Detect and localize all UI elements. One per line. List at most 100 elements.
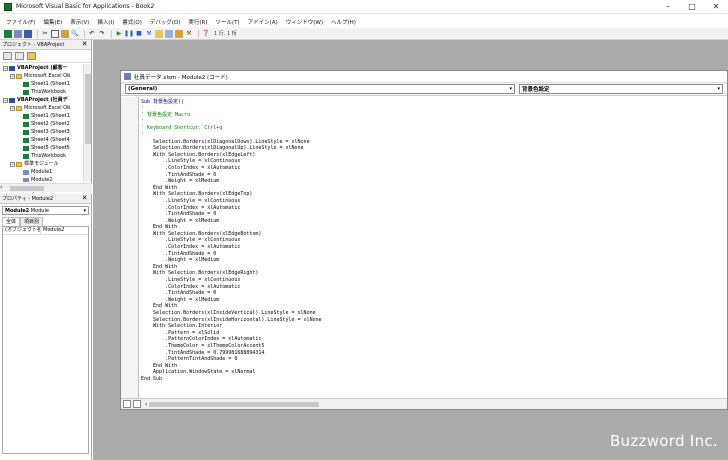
expand-collapse-icon[interactable]: −	[10, 105, 15, 111]
code-line[interactable]: .LineStyle = xlContinuous	[141, 198, 721, 205]
code-line[interactable]: Selection.Borders(xlInsideVertical).Line…	[141, 310, 721, 317]
tree-item[interactable]: Module2	[0, 176, 84, 182]
code-line[interactable]: .PatternTintAndShade = 0	[141, 356, 721, 363]
menu-addins[interactable]: アドイン(A)	[248, 18, 278, 26]
scrollbar-thumb[interactable]	[149, 401, 320, 407]
code-line[interactable]: End With	[141, 264, 721, 271]
close-icon[interactable]: ✕	[704, 0, 728, 14]
code-line[interactable]: Selection.Borders(xlDiagonalUp).LineStyl…	[141, 145, 721, 152]
menu-format[interactable]: 書式(O)	[122, 18, 142, 26]
code-line[interactable]: .TintAndShade = 0	[141, 172, 721, 179]
margin-indicator-bar[interactable]	[121, 97, 139, 399]
tree-item[interactable]: Module1	[0, 168, 84, 176]
tree-item[interactable]: Sheet5 (Sheet5	[0, 144, 84, 152]
code-line[interactable]: .ColorIndex = xlAutomatic	[141, 205, 721, 212]
project-explorer-icon[interactable]	[155, 29, 163, 38]
properties-icon[interactable]	[165, 29, 173, 38]
scroll-left-icon[interactable]: ‹	[145, 401, 147, 408]
expand-collapse-icon[interactable]: −	[10, 161, 15, 167]
tree-item[interactable]: Sheet1 (Sheet1	[0, 112, 84, 120]
code-line[interactable]: .Weight = xlMedium	[141, 178, 721, 185]
code-line[interactable]: With Selection.Interior	[141, 323, 721, 330]
menu-edit[interactable]: 編集(E)	[43, 18, 62, 26]
tree-item[interactable]: Sheet3 (Sheet3	[0, 128, 84, 136]
excel-view-icon[interactable]	[4, 29, 12, 38]
scroll-left-icon[interactable]: ‹	[0, 184, 2, 191]
code-line[interactable]: .Weight = xlMedium	[141, 218, 721, 225]
chevron-down-icon[interactable]: ▾	[509, 86, 512, 92]
code-line[interactable]: '	[141, 132, 721, 139]
full-module-view-icon[interactable]	[133, 400, 141, 408]
code-line[interactable]: With Selection.Borders(xlEdgeLeft)	[141, 152, 721, 159]
toolbox-icon[interactable]: ⚒	[185, 30, 193, 38]
menu-file[interactable]: ファイル(F)	[6, 18, 35, 26]
help-icon[interactable]: ❓	[202, 30, 210, 38]
code-line[interactable]: With Selection.Borders(xlEdgeBottom)	[141, 231, 721, 238]
code-line[interactable]: '	[141, 106, 721, 113]
menu-tools[interactable]: ツール(T)	[216, 18, 240, 26]
object-combo[interactable]: (General) ▾	[125, 84, 515, 94]
procedure-view-icon[interactable]	[123, 400, 131, 408]
code-line[interactable]: .TintAndShade = 0	[141, 211, 721, 218]
code-line[interactable]: Selection.Borders(xlInsideHorizontal).Li…	[141, 317, 721, 324]
tree-item[interactable]: − VBAProject (顧客ー	[0, 64, 84, 72]
code-line[interactable]: Application.WindowState = xlNormal	[141, 369, 721, 376]
reset-icon[interactable]: ■	[135, 30, 143, 38]
save-icon[interactable]	[24, 29, 32, 38]
code-line[interactable]: .Weight = xlMedium	[141, 297, 721, 304]
code-line[interactable]: ' 背景色設定 Macro	[141, 112, 721, 119]
code-line[interactable]: '	[141, 119, 721, 126]
code-editor[interactable]: Sub 背景色設定() ' ' 背景色設定 Macro ' ' Keyboard Sho…	[121, 97, 727, 399]
cut-icon[interactable]: ✂	[41, 30, 49, 38]
scrollbar-thumb[interactable]	[10, 186, 44, 191]
close-icon[interactable]: ✕	[80, 194, 89, 203]
run-icon[interactable]: ▶	[115, 30, 123, 38]
code-line[interactable]: .LineStyle = xlContinuous	[141, 237, 721, 244]
tree-item[interactable]: ThisWorkbook	[0, 152, 84, 160]
procedure-combo[interactable]: 背景色設定 ▾	[519, 84, 723, 94]
menu-help[interactable]: ヘルプ(H)	[331, 18, 356, 26]
expand-collapse-icon[interactable]: −	[3, 65, 8, 71]
code-line[interactable]: End With	[141, 185, 721, 192]
tree-item[interactable]: − Microsoft Excel Ob	[0, 104, 84, 112]
menu-debug[interactable]: デバッグ(D)	[150, 18, 181, 26]
project-tree-vertical-scrollbar[interactable]	[83, 64, 91, 182]
scrollbar-thumb[interactable]	[85, 74, 91, 144]
tree-item[interactable]: Sheet2 (Sheet2	[0, 120, 84, 128]
code-line[interactable]: With Selection.Borders(xlEdgeTop)	[141, 191, 721, 198]
chevron-down-icon[interactable]: ▾	[83, 208, 86, 214]
code-line[interactable]: .ColorIndex = xlAutomatic	[141, 284, 721, 291]
code-horizontal-scrollbar[interactable]	[149, 401, 709, 408]
tree-item[interactable]: ThisWorkbook	[0, 88, 84, 96]
code-line[interactable]: .TintAndShade = 0.799981688894314	[141, 350, 721, 357]
close-icon[interactable]: ✕	[80, 40, 89, 49]
code-line[interactable]: ' Keyboard Shortcut: Ctrl+q	[141, 125, 721, 132]
property-row[interactable]: (オブジェクト名) Module2	[3, 227, 88, 235]
break-icon[interactable]: ❚❚	[124, 30, 134, 38]
code-line[interactable]: End With	[141, 303, 721, 310]
tree-item[interactable]: − VBAProject (社員デ	[0, 96, 84, 104]
design-mode-icon[interactable]: ⚒	[145, 30, 153, 38]
undo-icon[interactable]: ↶	[88, 30, 96, 38]
code-line[interactable]: .TintAndShade = 0	[141, 290, 721, 297]
tree-item[interactable]: − 標準モジュール	[0, 160, 84, 168]
code-line[interactable]: .TintAndShade = 0	[141, 251, 721, 258]
object-browser-icon[interactable]	[175, 29, 183, 38]
code-line[interactable]: .PatternColorIndex = xlAutomatic	[141, 336, 721, 343]
view-object-icon[interactable]	[15, 52, 24, 60]
chevron-down-icon[interactable]: ▾	[717, 86, 720, 92]
code-line[interactable]: .LineStyle = xlContinuous	[141, 277, 721, 284]
code-line[interactable]: .Pattern = xlSolid	[141, 330, 721, 337]
menu-run[interactable]: 実行(R)	[188, 18, 207, 26]
code-line[interactable]: End With	[141, 224, 721, 231]
menu-window[interactable]: ウィンドウ(W)	[286, 18, 323, 26]
object-select[interactable]: Module2 Module ▾	[2, 206, 89, 215]
code-line[interactable]: Sub 背景色設定()	[141, 99, 721, 106]
menu-view[interactable]: 表示(V)	[70, 18, 89, 26]
tree-item[interactable]: − Microsoft Excel Ob	[0, 72, 84, 80]
code-line[interactable]: .ColorIndex = xlAutomatic	[141, 244, 721, 251]
code-line[interactable]: With Selection.Borders(xlEdgeRight)	[141, 270, 721, 277]
tree-item[interactable]: Sheet4 (Sheet4	[0, 136, 84, 144]
redo-icon[interactable]: ↷	[98, 30, 106, 38]
tab-categorized[interactable]: 項目別	[20, 217, 44, 226]
